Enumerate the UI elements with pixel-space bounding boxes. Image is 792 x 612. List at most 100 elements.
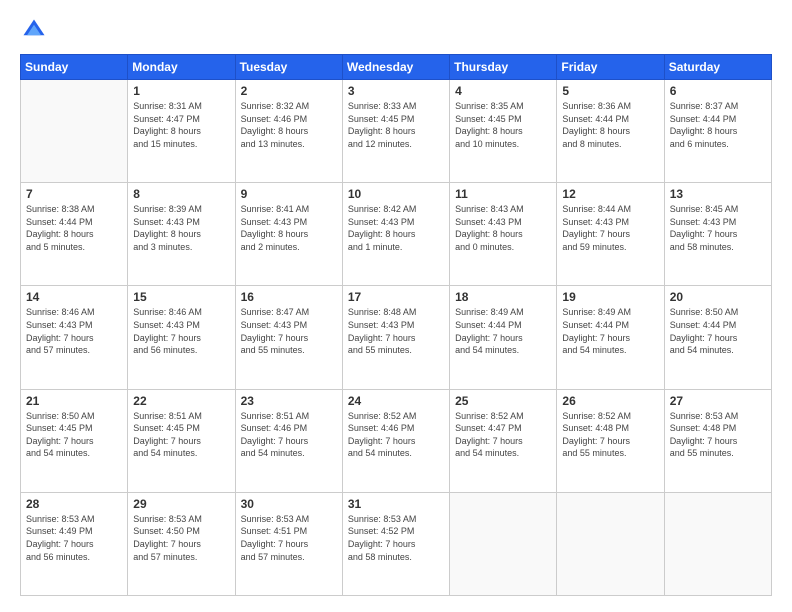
calendar-cell: 19 Sunrise: 8:49 AM Sunset: 4:44 PM Dayli…	[557, 286, 664, 389]
cell-info: Sunrise: 8:52 AM Sunset: 4:47 PM Dayligh…	[455, 410, 551, 460]
page: SundayMondayTuesdayWednesdayThursdayFrid…	[0, 0, 792, 612]
day-number: 17	[348, 290, 444, 304]
day-number: 21	[26, 394, 122, 408]
day-number: 18	[455, 290, 551, 304]
cell-info: Sunrise: 8:46 AM Sunset: 4:43 PM Dayligh…	[26, 306, 122, 356]
calendar-cell: 27 Sunrise: 8:53 AM Sunset: 4:48 PM Dayli…	[664, 389, 771, 492]
calendar-cell: 30 Sunrise: 8:53 AM Sunset: 4:51 PM Dayli…	[235, 492, 342, 595]
day-number: 30	[241, 497, 337, 511]
cell-info: Sunrise: 8:51 AM Sunset: 4:45 PM Dayligh…	[133, 410, 229, 460]
calendar-header-wednesday: Wednesday	[342, 55, 449, 80]
cell-info: Sunrise: 8:50 AM Sunset: 4:44 PM Dayligh…	[670, 306, 766, 356]
calendar-header-tuesday: Tuesday	[235, 55, 342, 80]
day-number: 11	[455, 187, 551, 201]
calendar-header-monday: Monday	[128, 55, 235, 80]
cell-info: Sunrise: 8:37 AM Sunset: 4:44 PM Dayligh…	[670, 100, 766, 150]
day-number: 19	[562, 290, 658, 304]
cell-info: Sunrise: 8:32 AM Sunset: 4:46 PM Dayligh…	[241, 100, 337, 150]
cell-info: Sunrise: 8:41 AM Sunset: 4:43 PM Dayligh…	[241, 203, 337, 253]
day-number: 25	[455, 394, 551, 408]
calendar-cell	[557, 492, 664, 595]
day-number: 5	[562, 84, 658, 98]
calendar-header-saturday: Saturday	[664, 55, 771, 80]
calendar-cell	[664, 492, 771, 595]
day-number: 8	[133, 187, 229, 201]
calendar-cell: 8 Sunrise: 8:39 AM Sunset: 4:43 PM Daylig…	[128, 183, 235, 286]
calendar-header-sunday: Sunday	[21, 55, 128, 80]
calendar-table: SundayMondayTuesdayWednesdayThursdayFrid…	[20, 54, 772, 596]
calendar-week-row: 28Sunrise: 8:53 AM Sunset: 4:49 PM Dayli…	[21, 492, 772, 595]
cell-info: Sunrise: 8:53 AM Sunset: 4:48 PM Dayligh…	[670, 410, 766, 460]
calendar-cell: 29 Sunrise: 8:53 AM Sunset: 4:50 PM Dayli…	[128, 492, 235, 595]
day-number: 15	[133, 290, 229, 304]
day-number: 14	[26, 290, 122, 304]
calendar-cell: 13Sunrise: 8:45 AM Sunset: 4:43 PM Dayli…	[664, 183, 771, 286]
calendar-cell: 9 Sunrise: 8:41 AM Sunset: 4:43 PM Daylig…	[235, 183, 342, 286]
calendar-header-row: SundayMondayTuesdayWednesdayThursdayFrid…	[21, 55, 772, 80]
day-number: 24	[348, 394, 444, 408]
calendar-cell: 18 Sunrise: 8:49 AM Sunset: 4:44 PM Dayli…	[450, 286, 557, 389]
calendar-week-row: 21 Sunrise: 8:50 AM Sunset: 4:45 PM Dayli…	[21, 389, 772, 492]
calendar-cell: 28Sunrise: 8:53 AM Sunset: 4:49 PM Dayli…	[21, 492, 128, 595]
day-number: 6	[670, 84, 766, 98]
calendar-cell: 25 Sunrise: 8:52 AM Sunset: 4:47 PM Dayli…	[450, 389, 557, 492]
calendar-cell: 4Sunrise: 8:35 AM Sunset: 4:45 PM Daylig…	[450, 80, 557, 183]
calendar-cell: 17 Sunrise: 8:48 AM Sunset: 4:43 PM Dayli…	[342, 286, 449, 389]
cell-info: Sunrise: 8:50 AM Sunset: 4:45 PM Dayligh…	[26, 410, 122, 460]
cell-info: Sunrise: 8:49 AM Sunset: 4:44 PM Dayligh…	[455, 306, 551, 356]
day-number: 3	[348, 84, 444, 98]
cell-info: Sunrise: 8:46 AM Sunset: 4:43 PM Dayligh…	[133, 306, 229, 356]
header	[20, 16, 772, 44]
cell-info: Sunrise: 8:36 AM Sunset: 4:44 PM Dayligh…	[562, 100, 658, 150]
day-number: 27	[670, 394, 766, 408]
day-number: 28	[26, 497, 122, 511]
cell-info: Sunrise: 8:33 AM Sunset: 4:45 PM Dayligh…	[348, 100, 444, 150]
day-number: 20	[670, 290, 766, 304]
calendar-cell: 2 Sunrise: 8:32 AM Sunset: 4:46 PM Daylig…	[235, 80, 342, 183]
cell-info: Sunrise: 8:38 AM Sunset: 4:44 PM Dayligh…	[26, 203, 122, 253]
calendar-cell: 6 Sunrise: 8:37 AM Sunset: 4:44 PM Daylig…	[664, 80, 771, 183]
calendar-cell: 26Sunrise: 8:52 AM Sunset: 4:48 PM Dayli…	[557, 389, 664, 492]
day-number: 4	[455, 84, 551, 98]
calendar-cell: 16Sunrise: 8:47 AM Sunset: 4:43 PM Dayli…	[235, 286, 342, 389]
day-number: 12	[562, 187, 658, 201]
day-number: 23	[241, 394, 337, 408]
calendar-header-thursday: Thursday	[450, 55, 557, 80]
day-number: 9	[241, 187, 337, 201]
calendar-cell: 21 Sunrise: 8:50 AM Sunset: 4:45 PM Dayli…	[21, 389, 128, 492]
cell-info: Sunrise: 8:51 AM Sunset: 4:46 PM Dayligh…	[241, 410, 337, 460]
cell-info: Sunrise: 8:53 AM Sunset: 4:50 PM Dayligh…	[133, 513, 229, 563]
cell-info: Sunrise: 8:39 AM Sunset: 4:43 PM Dayligh…	[133, 203, 229, 253]
day-number: 10	[348, 187, 444, 201]
logo	[20, 16, 52, 44]
calendar-cell	[450, 492, 557, 595]
calendar-cell: 22 Sunrise: 8:51 AM Sunset: 4:45 PM Dayli…	[128, 389, 235, 492]
logo-icon	[20, 16, 48, 44]
day-number: 2	[241, 84, 337, 98]
day-number: 29	[133, 497, 229, 511]
cell-info: Sunrise: 8:42 AM Sunset: 4:43 PM Dayligh…	[348, 203, 444, 253]
calendar-cell: 11 Sunrise: 8:43 AM Sunset: 4:43 PM Dayli…	[450, 183, 557, 286]
calendar-week-row: 1 Sunrise: 8:31 AM Sunset: 4:47 PM Daylig…	[21, 80, 772, 183]
day-number: 31	[348, 497, 444, 511]
cell-info: Sunrise: 8:49 AM Sunset: 4:44 PM Dayligh…	[562, 306, 658, 356]
cell-info: Sunrise: 8:45 AM Sunset: 4:43 PM Dayligh…	[670, 203, 766, 253]
calendar-cell: 10 Sunrise: 8:42 AM Sunset: 4:43 PM Dayli…	[342, 183, 449, 286]
cell-info: Sunrise: 8:53 AM Sunset: 4:51 PM Dayligh…	[241, 513, 337, 563]
calendar-week-row: 14 Sunrise: 8:46 AM Sunset: 4:43 PM Dayli…	[21, 286, 772, 389]
calendar-cell: 14 Sunrise: 8:46 AM Sunset: 4:43 PM Dayli…	[21, 286, 128, 389]
day-number: 1	[133, 84, 229, 98]
calendar-cell: 12Sunrise: 8:44 AM Sunset: 4:43 PM Dayli…	[557, 183, 664, 286]
calendar-cell: 24 Sunrise: 8:52 AM Sunset: 4:46 PM Dayli…	[342, 389, 449, 492]
calendar-cell: 7Sunrise: 8:38 AM Sunset: 4:44 PM Daylig…	[21, 183, 128, 286]
calendar-header-friday: Friday	[557, 55, 664, 80]
calendar-week-row: 7Sunrise: 8:38 AM Sunset: 4:44 PM Daylig…	[21, 183, 772, 286]
cell-info: Sunrise: 8:43 AM Sunset: 4:43 PM Dayligh…	[455, 203, 551, 253]
calendar-cell: 23 Sunrise: 8:51 AM Sunset: 4:46 PM Dayli…	[235, 389, 342, 492]
calendar-cell: 1 Sunrise: 8:31 AM Sunset: 4:47 PM Daylig…	[128, 80, 235, 183]
day-number: 22	[133, 394, 229, 408]
cell-info: Sunrise: 8:31 AM Sunset: 4:47 PM Dayligh…	[133, 100, 229, 150]
cell-info: Sunrise: 8:48 AM Sunset: 4:43 PM Dayligh…	[348, 306, 444, 356]
day-number: 16	[241, 290, 337, 304]
cell-info: Sunrise: 8:52 AM Sunset: 4:46 PM Dayligh…	[348, 410, 444, 460]
